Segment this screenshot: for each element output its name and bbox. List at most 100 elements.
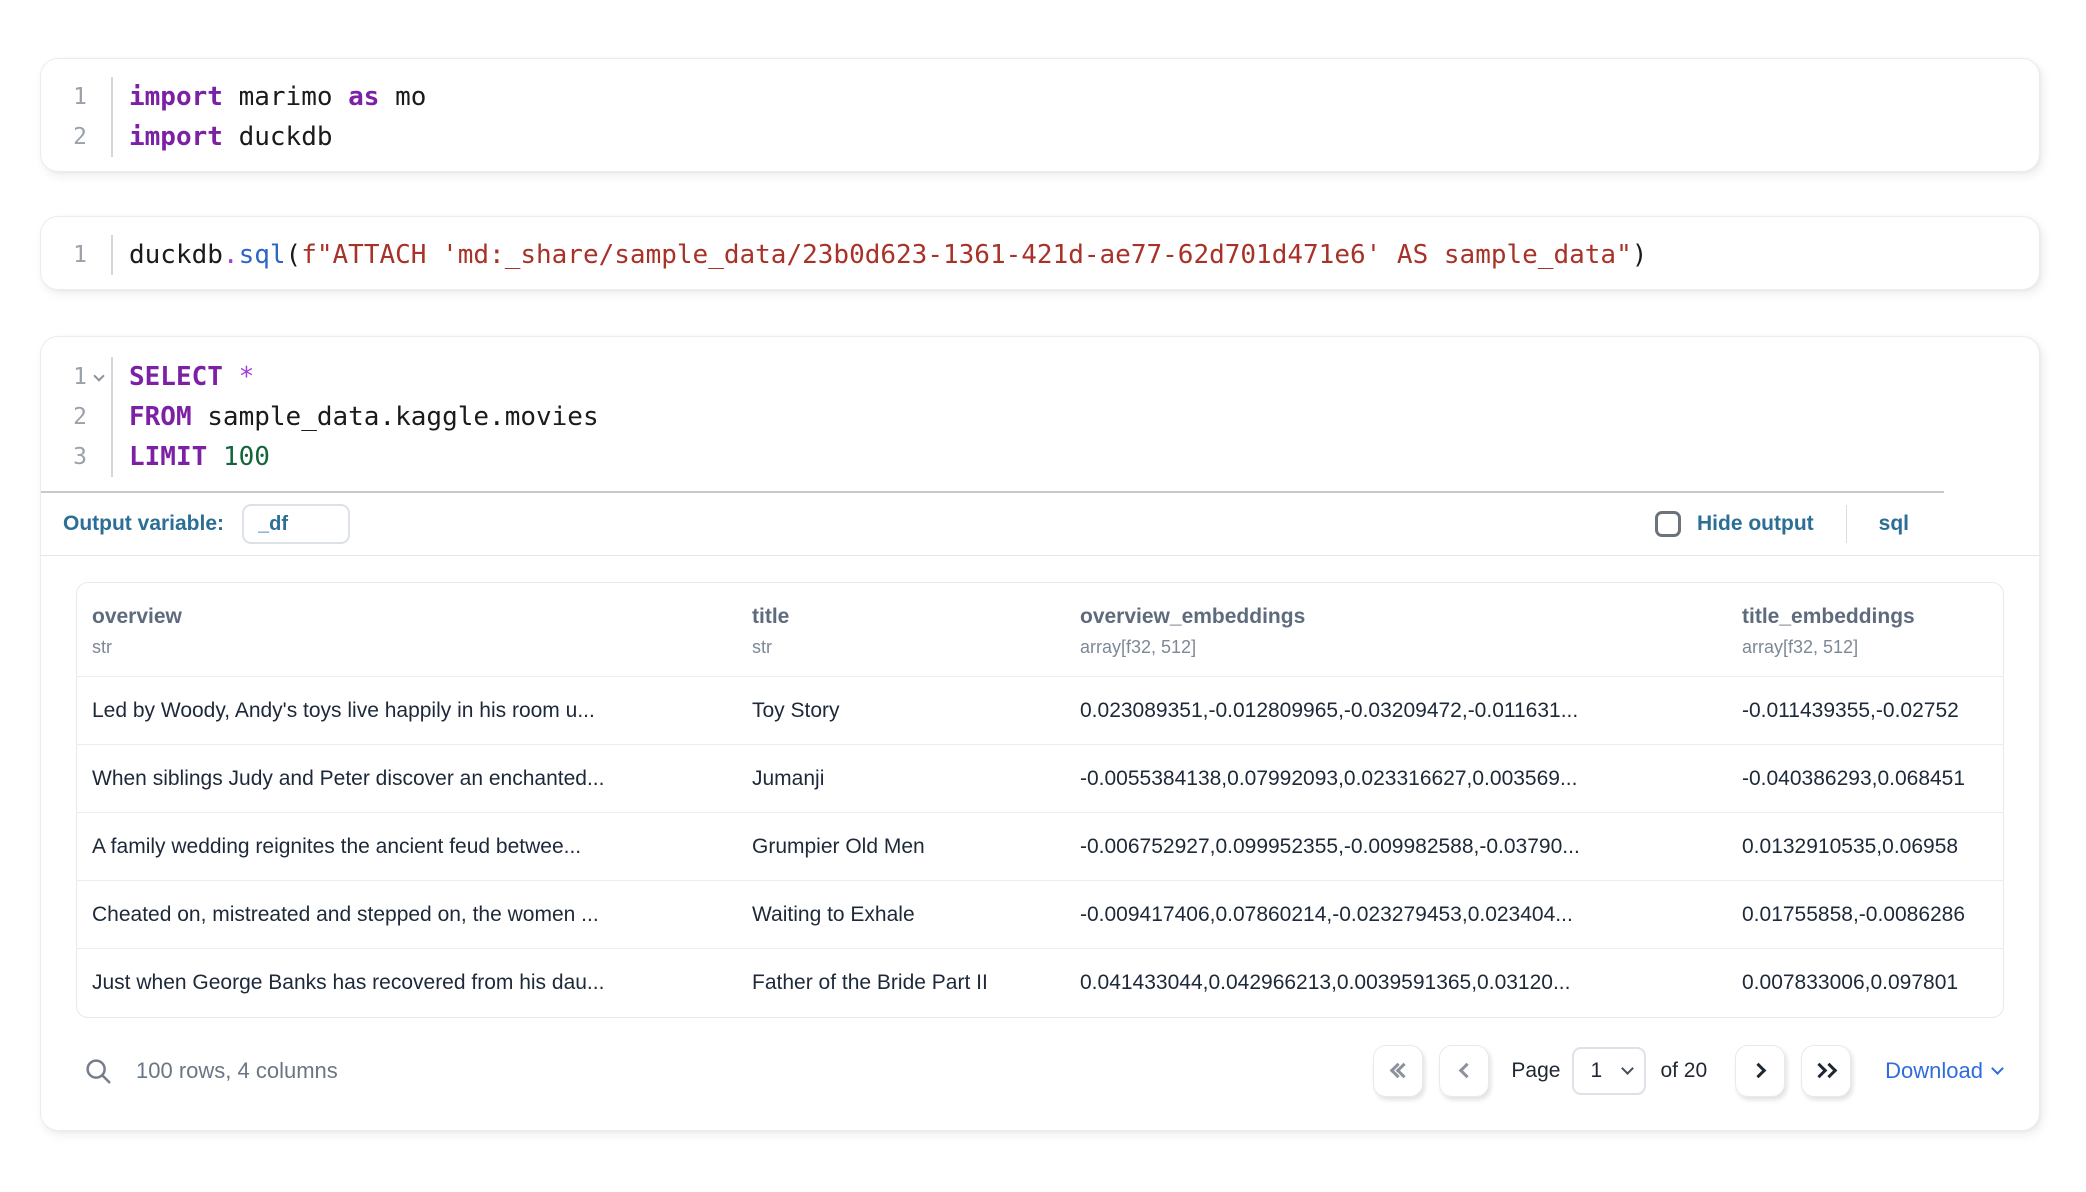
notebook-page: 1 import marimo as mo 2 import duckdb 1 duck… [0,0,2086,1192]
chevrons-left-icon [1388,1065,1409,1076]
line-number-gutter: 1 [41,235,113,275]
table-cell: 0.023089351,-0.012809965,-0.03209472,-0.… [1065,677,1727,745]
table-footer: 100 rows, 4 columns Page 1 of 20 [76,1044,2004,1098]
code-line[interactable]: 2 import duckdb [41,117,2039,157]
column-name: title [752,605,1065,629]
line-number: 3 [41,444,87,470]
output-variable-input[interactable] [242,504,350,544]
table-cell: Waiting to Exhale [737,881,1065,949]
table-cell: Cheated on, mistreated and stepped on, t… [77,881,737,949]
code-line-text[interactable]: duckdb.sql(f"ATTACH 'md:_share/sample_da… [113,235,1647,275]
table-row: Just when George Banks has recovered fro… [77,949,2004,1017]
cell-output-area: overview str title str overview_embeddingsar… [41,556,2039,1130]
code-cell-sql: 1 SELECT * 2 FROM sample_data.kaggle.movies… [40,336,2040,1131]
table-row: Led by Woody, Andy's toys live happily i… [77,677,2004,745]
column-name: title_embeddings [1742,605,2004,629]
page-number-value: 1 [1590,1059,1602,1083]
column-header[interactable]: overview_embeddings array[f32, 512] [1065,583,1727,677]
dataframe-table-container: overview str title str overview_embeddingsar… [76,582,2004,1018]
table-cell: When siblings Judy and Peter discover an… [77,745,737,813]
code-editor[interactable]: 1 SELECT * 2 FROM sample_data.kaggle.movies… [41,337,2039,491]
table-cell: 0.007833006,0.097801 [1727,949,2004,1017]
table-header-row: overview str title str overview_embeddingsar… [77,583,2004,677]
code-line[interactable]: 1 duckdb.sql(f"ATTACH 'md:_share/sample_d… [41,235,2039,275]
page-count-label: of 20 [1660,1059,1707,1083]
column-type: array[f32, 512] [1080,637,1727,658]
hide-output-label[interactable]: Hide output [1697,512,1814,536]
cell-language-button[interactable]: sql [1879,512,1909,536]
code-editor[interactable]: 1 duckdb.sql(f"ATTACH 'md:_share/sample_d… [41,217,2039,289]
line-number-gutter: 3 [41,437,113,477]
search-icon [83,1056,113,1086]
column-header[interactable]: title_embeddings array[f32, 512] [1727,583,2004,677]
dataframe-table: overview str title str overview_embeddingsar… [77,583,2004,1017]
line-number-gutter: 2 [41,397,113,437]
table-cell: 0.0132910535,0.06958 [1727,813,2004,881]
line-number-gutter: 1 [41,77,113,117]
code-cell-attach: 1 duckdb.sql(f"ATTACH 'md:_share/sample_d… [40,216,2040,290]
table-cell: -0.0055384138,0.07992093,0.023316627,0.0… [1065,745,1727,813]
row-count-status: 100 rows, 4 columns [136,1058,338,1084]
line-number: 1 [41,84,87,110]
line-number: 2 [41,124,87,150]
table-cell: Father of the Bride Part II [737,949,1065,1017]
code-cell-imports: 1 import marimo as mo 2 import duckdb [40,58,2040,172]
line-number: 1 [41,364,87,390]
first-page-button[interactable] [1373,1045,1423,1097]
table-cell: Toy Story [737,677,1065,745]
download-label: Download [1885,1058,1983,1084]
column-type: str [92,637,737,658]
column-name: overview_embeddings [1080,605,1727,629]
code-line[interactable]: 1 import marimo as mo [41,77,2039,117]
line-number: 1 [41,242,87,268]
column-header[interactable]: title str [737,583,1065,677]
chevrons-right-icon [1814,1065,1839,1076]
table-row: Cheated on, mistreated and stepped on, t… [77,881,2004,949]
output-variable-bar: Output variable: Hide output sql [41,493,2039,555]
column-header[interactable]: overview str [77,583,737,677]
table-cell: Grumpier Old Men [737,813,1065,881]
table-cell: Led by Woody, Andy's toys live happily i… [77,677,737,745]
chevron-right-icon [1750,1063,1766,1079]
vertical-divider [1846,505,1847,543]
code-editor[interactable]: 1 import marimo as mo 2 import duckdb [41,59,2039,171]
line-number-gutter: 1 [41,357,113,397]
code-line-text[interactable]: import duckdb [113,117,333,157]
column-type: array[f32, 512] [1742,637,2004,658]
download-button[interactable]: Download [1885,1058,2002,1084]
table-row: A family wedding reignites the ancient f… [77,813,2004,881]
search-button[interactable] [78,1051,118,1091]
table-cell: -0.009417406,0.07860214,-0.023279453,0.0… [1065,881,1727,949]
column-type: str [752,637,1065,658]
table-cell: 0.01755858,-0.0086286 [1727,881,2004,949]
table-cell: -0.006752927,0.099952355,-0.009982588,-0… [1065,813,1727,881]
last-page-button[interactable] [1801,1045,1851,1097]
page-label: Page [1511,1059,1560,1083]
output-variable-label: Output variable: [63,512,224,536]
next-page-button[interactable] [1735,1045,1785,1097]
table-cell: A family wedding reignites the ancient f… [77,813,737,881]
table-cell: 0.041433044,0.042966213,0.0039591365,0.0… [1065,949,1727,1017]
chevron-left-icon [1459,1063,1475,1079]
code-line-text[interactable]: SELECT * [113,357,254,397]
column-name: overview [92,605,737,629]
prev-page-button[interactable] [1439,1045,1489,1097]
code-line-text[interactable]: FROM sample_data.kaggle.movies [113,397,599,437]
table-cell: Jumanji [737,745,1065,813]
fold-chevron-icon[interactable] [93,370,104,381]
code-line[interactable]: 1 SELECT * [41,357,2039,397]
code-line[interactable]: 2 FROM sample_data.kaggle.movies [41,397,2039,437]
code-line[interactable]: 3 LIMIT 100 [41,437,2039,477]
line-number: 2 [41,404,87,430]
chevron-down-icon [1622,1062,1635,1075]
code-line-text[interactable]: LIMIT 100 [113,437,270,477]
table-cell: -0.011439355,-0.02752 [1727,677,2004,745]
table-cell: -0.040386293,0.068451 [1727,745,2004,813]
table-cell: Just when George Banks has recovered fro… [77,949,737,1017]
code-line-text[interactable]: import marimo as mo [113,77,426,117]
hide-output-checkbox[interactable] [1655,511,1681,537]
table-row: When siblings Judy and Peter discover an… [77,745,2004,813]
page-number-select[interactable]: 1 [1572,1047,1646,1095]
chevron-down-icon [1991,1062,2004,1075]
line-number-gutter: 2 [41,117,113,157]
